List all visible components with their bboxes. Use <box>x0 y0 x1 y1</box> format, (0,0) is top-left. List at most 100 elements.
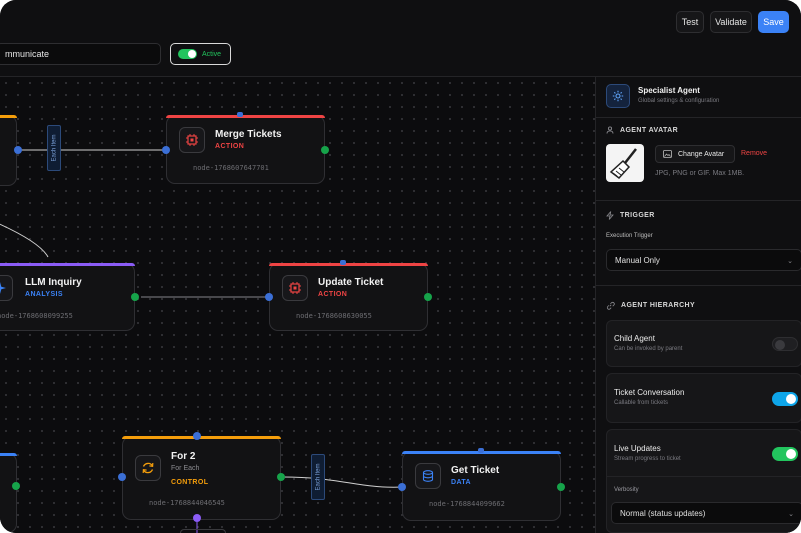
database-icon <box>415 463 441 489</box>
divider <box>596 200 801 201</box>
sparkle-icon <box>0 275 13 301</box>
verbosity-value: Normal (status updates) <box>620 508 706 518</box>
cpu-icon <box>282 275 308 301</box>
change-avatar-button[interactable]: Change Avatar <box>655 145 735 163</box>
port-get-top[interactable] <box>478 448 484 453</box>
ticket-conversation-card: Ticket Conversation Callable from ticket… <box>606 373 801 423</box>
node-llm-inquiry[interactable]: LLM Inquiry ANALYSIS node-1768608099255 <box>0 263 135 331</box>
refresh-icon <box>135 455 161 481</box>
collapsed-child-node[interactable] <box>180 529 226 533</box>
chevron-down-icon: ⌄ <box>787 258 793 265</box>
section-title: AGENT AVATAR <box>620 126 679 134</box>
card-desc: Callable from tickets <box>614 400 669 406</box>
avatar-image[interactable] <box>606 144 644 182</box>
workflow-name-value: mmunicate <box>5 49 50 59</box>
test-button[interactable]: Test <box>676 11 704 33</box>
settings-panel: Specialist Agent Global settings & confi… <box>595 77 801 533</box>
edge-to-llm[interactable] <box>0 222 49 258</box>
node-merge-tickets[interactable]: Merge Tickets ACTION node-1768607647701 <box>166 115 325 184</box>
card-title: Child Agent <box>614 334 655 343</box>
verbosity-label: Verbosity <box>614 487 639 493</box>
port-partial-top-out[interactable] <box>14 146 22 154</box>
port-update-in[interactable] <box>265 293 273 301</box>
port-get-in[interactable] <box>398 483 406 491</box>
card-desc: Stream progress to ticket <box>614 456 681 462</box>
gear-icon <box>606 84 630 108</box>
node-for-2[interactable]: For 2 For Each CONTROL node-176884404654… <box>122 436 281 520</box>
workflow-canvas[interactable]: Each Item Merge Tickets ACTION node-1768… <box>0 77 595 533</box>
validate-button[interactable]: Validate <box>710 11 752 33</box>
section-trigger: TRIGGER <box>606 211 655 220</box>
node-title: For 2 <box>171 451 196 462</box>
active-switch[interactable] <box>178 49 197 59</box>
child-agent-toggle[interactable] <box>772 337 798 351</box>
avatar-hint: JPG, PNG or GIF. Max 1MB. <box>655 170 745 177</box>
port-llm-out[interactable] <box>131 293 139 301</box>
port-partial-bottom-out[interactable] <box>12 482 20 490</box>
node-get-ticket[interactable]: Get Ticket DATA node-1768844099662 <box>402 451 561 521</box>
edge-label-each-item: Each Item <box>311 454 325 500</box>
section-agent-avatar: AGENT AVATAR <box>606 126 678 134</box>
section-agent-hierarchy: AGENT HIERARCHY <box>606 301 695 310</box>
execution-trigger-select[interactable]: Manual Only ⌄ <box>606 249 801 271</box>
node-accent-bar <box>269 263 428 266</box>
port-get-out[interactable] <box>557 483 565 491</box>
node-type: CONTROL <box>171 479 209 486</box>
panel-title: Specialist Agent <box>638 86 700 95</box>
section-title: AGENT HIERARCHY <box>621 302 696 309</box>
card-desc: Can be invoked by parent <box>614 346 683 352</box>
edge-for2-to-get[interactable] <box>282 476 404 488</box>
change-avatar-label: Change Avatar <box>678 150 725 158</box>
node-type: ACTION <box>318 291 348 298</box>
section-title: TRIGGER <box>620 212 655 219</box>
node-type: DATA <box>451 479 472 486</box>
node-title: Update Ticket <box>318 277 384 288</box>
child-agent-card: Child Agent Can be invoked by parent <box>606 320 801 367</box>
node-accent-bar <box>122 436 281 439</box>
port-for2-in[interactable] <box>118 473 126 481</box>
chevron-down-icon: ⌄ <box>788 511 794 518</box>
ticket-conversation-toggle[interactable] <box>772 392 798 406</box>
node-update-ticket[interactable]: Update Ticket ACTION node-1768608630055 <box>269 263 428 331</box>
execution-trigger-label: Execution Trigger <box>606 233 653 239</box>
edge-label-text: Each Item <box>315 463 322 491</box>
port-for2-top[interactable] <box>193 432 201 440</box>
port-merge-top[interactable] <box>237 112 243 117</box>
port-merge-in[interactable] <box>162 146 170 154</box>
node-type: ANALYSIS <box>25 291 63 298</box>
card-title: Live Updates <box>614 444 661 453</box>
port-merge-out[interactable] <box>321 146 329 154</box>
workflow-toolbar: mmunicate Active Test Validate Save <box>0 0 801 77</box>
save-button[interactable]: Save <box>758 11 789 33</box>
port-update-top[interactable] <box>340 260 346 265</box>
verbosity-select[interactable]: Normal (status updates) ⌄ <box>611 502 801 524</box>
port-for2-out[interactable] <box>277 473 285 481</box>
node-accent-bar <box>0 263 135 266</box>
node-title: Merge Tickets <box>215 129 282 140</box>
execution-trigger-value: Manual Only <box>615 255 660 265</box>
active-toggle[interactable]: Active <box>170 43 231 65</box>
card-title: Ticket Conversation <box>614 388 685 397</box>
port-for2-bottom[interactable] <box>193 514 201 522</box>
node-accent-bar <box>0 453 17 456</box>
link-icon <box>606 301 615 310</box>
divider <box>607 476 801 477</box>
live-updates-toggle[interactable] <box>772 447 798 461</box>
edge-label-each-item: Each Item <box>47 125 61 171</box>
node-partial-bottom[interactable] <box>0 453 17 533</box>
divider <box>596 285 801 286</box>
node-title: Get Ticket <box>451 465 500 476</box>
remove-avatar-link[interactable]: Remove <box>741 150 767 157</box>
node-id: node-1768844099662 <box>429 500 505 508</box>
node-detail: For Each <box>171 465 200 472</box>
panel-subtitle: Global settings & configuration <box>638 98 720 104</box>
image-icon <box>663 150 672 158</box>
app-window: mmunicate Active Test Validate Save Each… <box>0 0 801 533</box>
node-type: ACTION <box>215 143 245 150</box>
workflow-name-input[interactable]: mmunicate <box>0 43 161 65</box>
user-icon <box>606 126 614 134</box>
node-id: node-1768608099255 <box>0 312 73 320</box>
port-update-out[interactable] <box>424 293 432 301</box>
lightning-icon <box>606 211 614 220</box>
node-id: node-1768608630055 <box>296 312 372 320</box>
